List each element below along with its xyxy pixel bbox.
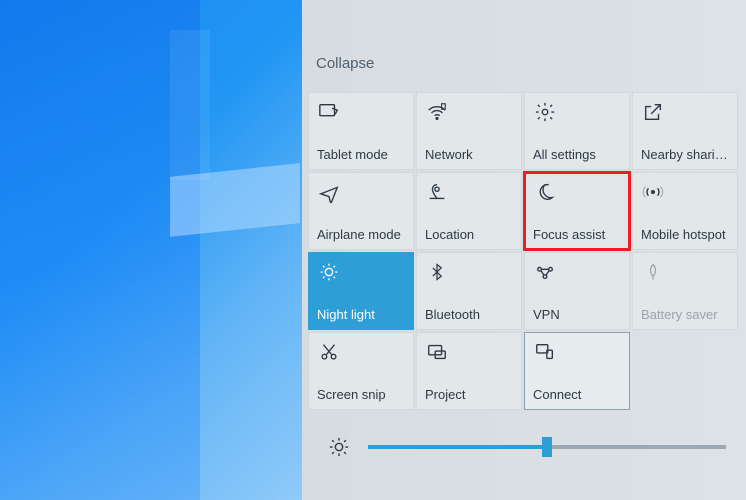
quick-action-grid: Tablet mode Network All settings Nearby … [308, 92, 738, 410]
slider-thumb[interactable] [542, 437, 552, 457]
tile-label: Connect [533, 387, 621, 402]
tile-label: Mobile hotspot [641, 227, 729, 242]
brightness-slider[interactable] [328, 432, 726, 462]
tile-vpn[interactable]: VPN [524, 252, 630, 330]
collapse-button[interactable]: Collapse [316, 55, 374, 72]
tile-project[interactable]: Project [416, 332, 522, 410]
tile-label: Network [425, 147, 513, 162]
tile-connect[interactable]: Connect [524, 332, 630, 410]
location-icon [425, 180, 449, 204]
tile-network[interactable]: Network [416, 92, 522, 170]
tile-label: Nearby sharing [641, 147, 729, 162]
brightness-icon [317, 260, 341, 284]
tile-nearby-sharing[interactable]: Nearby sharing [632, 92, 738, 170]
wifi-icon [425, 100, 449, 124]
tile-label: Battery saver [641, 307, 729, 322]
tile-label: Project [425, 387, 513, 402]
tile-tablet-mode[interactable]: Tablet mode [308, 92, 414, 170]
tile-label: All settings [533, 147, 621, 162]
tile-mobile-hotspot[interactable]: Mobile hotspot [632, 172, 738, 250]
tile-label: Airplane mode [317, 227, 405, 242]
tile-label: Screen snip [317, 387, 405, 402]
tile-label: Location [425, 227, 513, 242]
gear-icon [533, 100, 557, 124]
tile-airplane-mode[interactable]: Airplane mode [308, 172, 414, 250]
hotspot-icon [641, 180, 665, 204]
airplane-icon [317, 180, 341, 204]
tile-bluetooth[interactable]: Bluetooth [416, 252, 522, 330]
project-icon [425, 340, 449, 364]
desktop-wallpaper [0, 0, 302, 500]
tile-focus-assist[interactable]: Focus assist [524, 172, 630, 250]
tile-location[interactable]: Location [416, 172, 522, 250]
slider-fill [368, 445, 547, 449]
tile-label: Tablet mode [317, 147, 405, 162]
slider-track[interactable] [368, 445, 726, 449]
tile-screen-snip[interactable]: Screen snip [308, 332, 414, 410]
tile-all-settings[interactable]: All settings [524, 92, 630, 170]
sun-icon [328, 436, 350, 458]
leaf-icon [641, 260, 665, 284]
snip-icon [317, 340, 341, 364]
share-icon [641, 100, 665, 124]
bluetooth-icon [425, 260, 449, 284]
tile-battery-saver[interactable]: Battery saver [632, 252, 738, 330]
tile-label: Focus assist [533, 227, 621, 242]
tile-label: Bluetooth [425, 307, 513, 322]
action-center-panel: Collapse Tablet mode Network All setting… [302, 0, 746, 500]
moon-icon [533, 180, 557, 204]
connect-icon [533, 340, 557, 364]
tile-label: Night light [317, 307, 405, 322]
vpn-icon [533, 260, 557, 284]
tile-label: VPN [533, 307, 621, 322]
tablet-icon [317, 100, 341, 124]
tile-night-light[interactable]: Night light [308, 252, 414, 330]
